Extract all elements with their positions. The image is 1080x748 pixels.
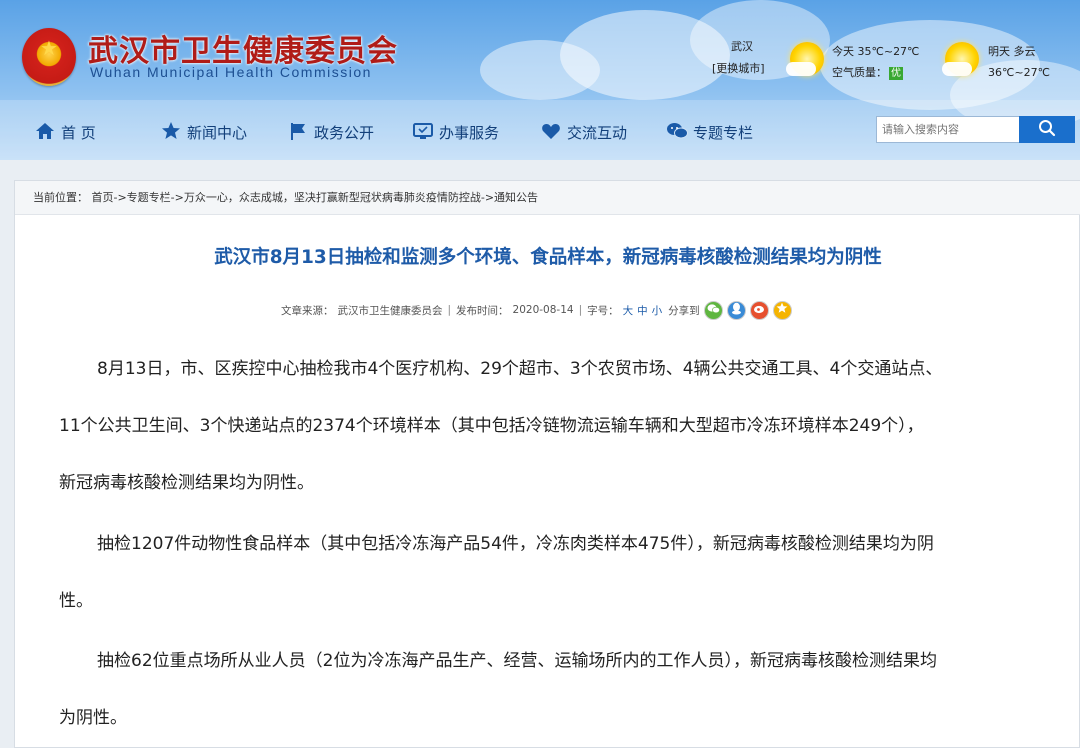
nav-item-interaction[interactable]: 交流互动 (540, 120, 627, 144)
nav-item-topics[interactable]: 专题专栏 (666, 120, 753, 144)
meta-divider: | (578, 304, 583, 316)
site-title-english: Wuhan Municipal Health Commission (90, 64, 372, 80)
paragraph-line: 抽检62位重点场所从业人员（2位为冷冻海产品生产、经营、运输场所内的工作人员），… (97, 651, 937, 671)
wechat-share-icon[interactable] (703, 300, 723, 320)
font-size-label: 字号： (587, 304, 619, 317)
share-label: 分享到 (668, 304, 700, 317)
cloud-icon (786, 62, 816, 76)
source-value: 武汉市卫生健康委员会 (337, 304, 443, 317)
date-label: 发布时间： (456, 304, 509, 317)
paragraph-line: 性。 (59, 591, 93, 611)
chat-icon (666, 121, 688, 143)
nav-item-label: 交流互动 (567, 123, 628, 142)
paragraph-line: 8月13日，市、区疾控中心抽检我市4个医疗机构、29个超市、3个农贸市场、4辆公… (97, 359, 943, 379)
weibo-share-icon[interactable] (749, 300, 769, 320)
nav-item-news[interactable]: 新闻中心 (160, 120, 247, 144)
font-size-medium-link[interactable]: 中 (637, 303, 648, 318)
article-meta: 文章来源： 武汉市卫生健康委员会 | 发布时间： 2020-08-14 | 字号… (281, 300, 792, 320)
paragraph-line: 抽检1207件动物性食品样本（其中包括冷冻海产品54件，冷冻肉类样本475件），… (97, 534, 934, 554)
font-size-small-link[interactable]: 小 (652, 303, 663, 318)
font-size-large-link[interactable]: 大 (623, 303, 634, 318)
air-quality-badge: 优 (889, 67, 903, 80)
nav-item-label: 首 页 (61, 123, 96, 142)
flag-icon (287, 121, 309, 143)
change-city-link[interactable]: [更换城市] (712, 60, 765, 76)
air-quality-label: 空气质量： (832, 66, 887, 79)
favorite-share-icon[interactable] (772, 300, 792, 320)
nav-item-government-affairs[interactable]: 政务公开 (287, 120, 374, 144)
home-icon (34, 121, 56, 143)
nav-item-label: 专题专栏 (693, 123, 754, 142)
heart-icon (540, 121, 562, 143)
article-panel: 当前位置： 首页->专题专栏->万众一心，众志成城，坚决打赢新型冠状病毒肺炎疫情… (14, 180, 1080, 748)
search-button[interactable] (1019, 116, 1075, 143)
qq-share-icon[interactable] (726, 300, 746, 320)
search-icon (1038, 119, 1056, 141)
weather-tomorrow: 明天 多云 (988, 45, 1036, 58)
nav-item-label: 新闻中心 (187, 123, 248, 142)
weather-tomorrow-temp: 36℃~27℃ (988, 66, 1050, 79)
nav-item-services[interactable]: 办事服务 (412, 120, 499, 144)
nav-item-label: 办事服务 (439, 123, 500, 142)
paragraph-line: 为阴性。 (59, 708, 127, 728)
nav-item-home[interactable]: 首 页 (34, 120, 96, 144)
national-emblem-logo[interactable] (22, 28, 76, 86)
source-label: 文章来源： (281, 304, 334, 317)
nav-item-label: 政务公开 (314, 123, 375, 142)
article-title: 武汉市8月13日抽检和监测多个环境、食品样本，新冠病毒核酸检测结果均为阴性 (214, 247, 882, 268)
paragraph-line: 新冠病毒核酸检测结果均为阴性。 (59, 473, 314, 493)
air-quality: 空气质量：优 (832, 64, 903, 80)
paragraph-line: 11个公共卫生间、3个快递站点的2374个环境样本（其中包括冷链物流运输车辆和大… (59, 416, 924, 436)
date-value: 2020-08-14 (512, 304, 574, 316)
weather-city: 武汉 (731, 40, 753, 53)
star-icon (160, 121, 182, 143)
site-header: 武汉市卫生健康委员会 Wuhan Municipal Health Commis… (0, 0, 1080, 160)
meta-divider: | (447, 304, 452, 316)
weather-today: 今天 35℃~27℃ (832, 45, 920, 58)
cloud-icon (942, 62, 972, 76)
breadcrumb[interactable]: 当前位置： 首页->专题专栏->万众一心，众志成城，坚决打赢新型冠状病毒肺炎疫情… (15, 181, 1080, 215)
search-input[interactable] (876, 116, 1020, 143)
monitor-icon (412, 121, 434, 143)
